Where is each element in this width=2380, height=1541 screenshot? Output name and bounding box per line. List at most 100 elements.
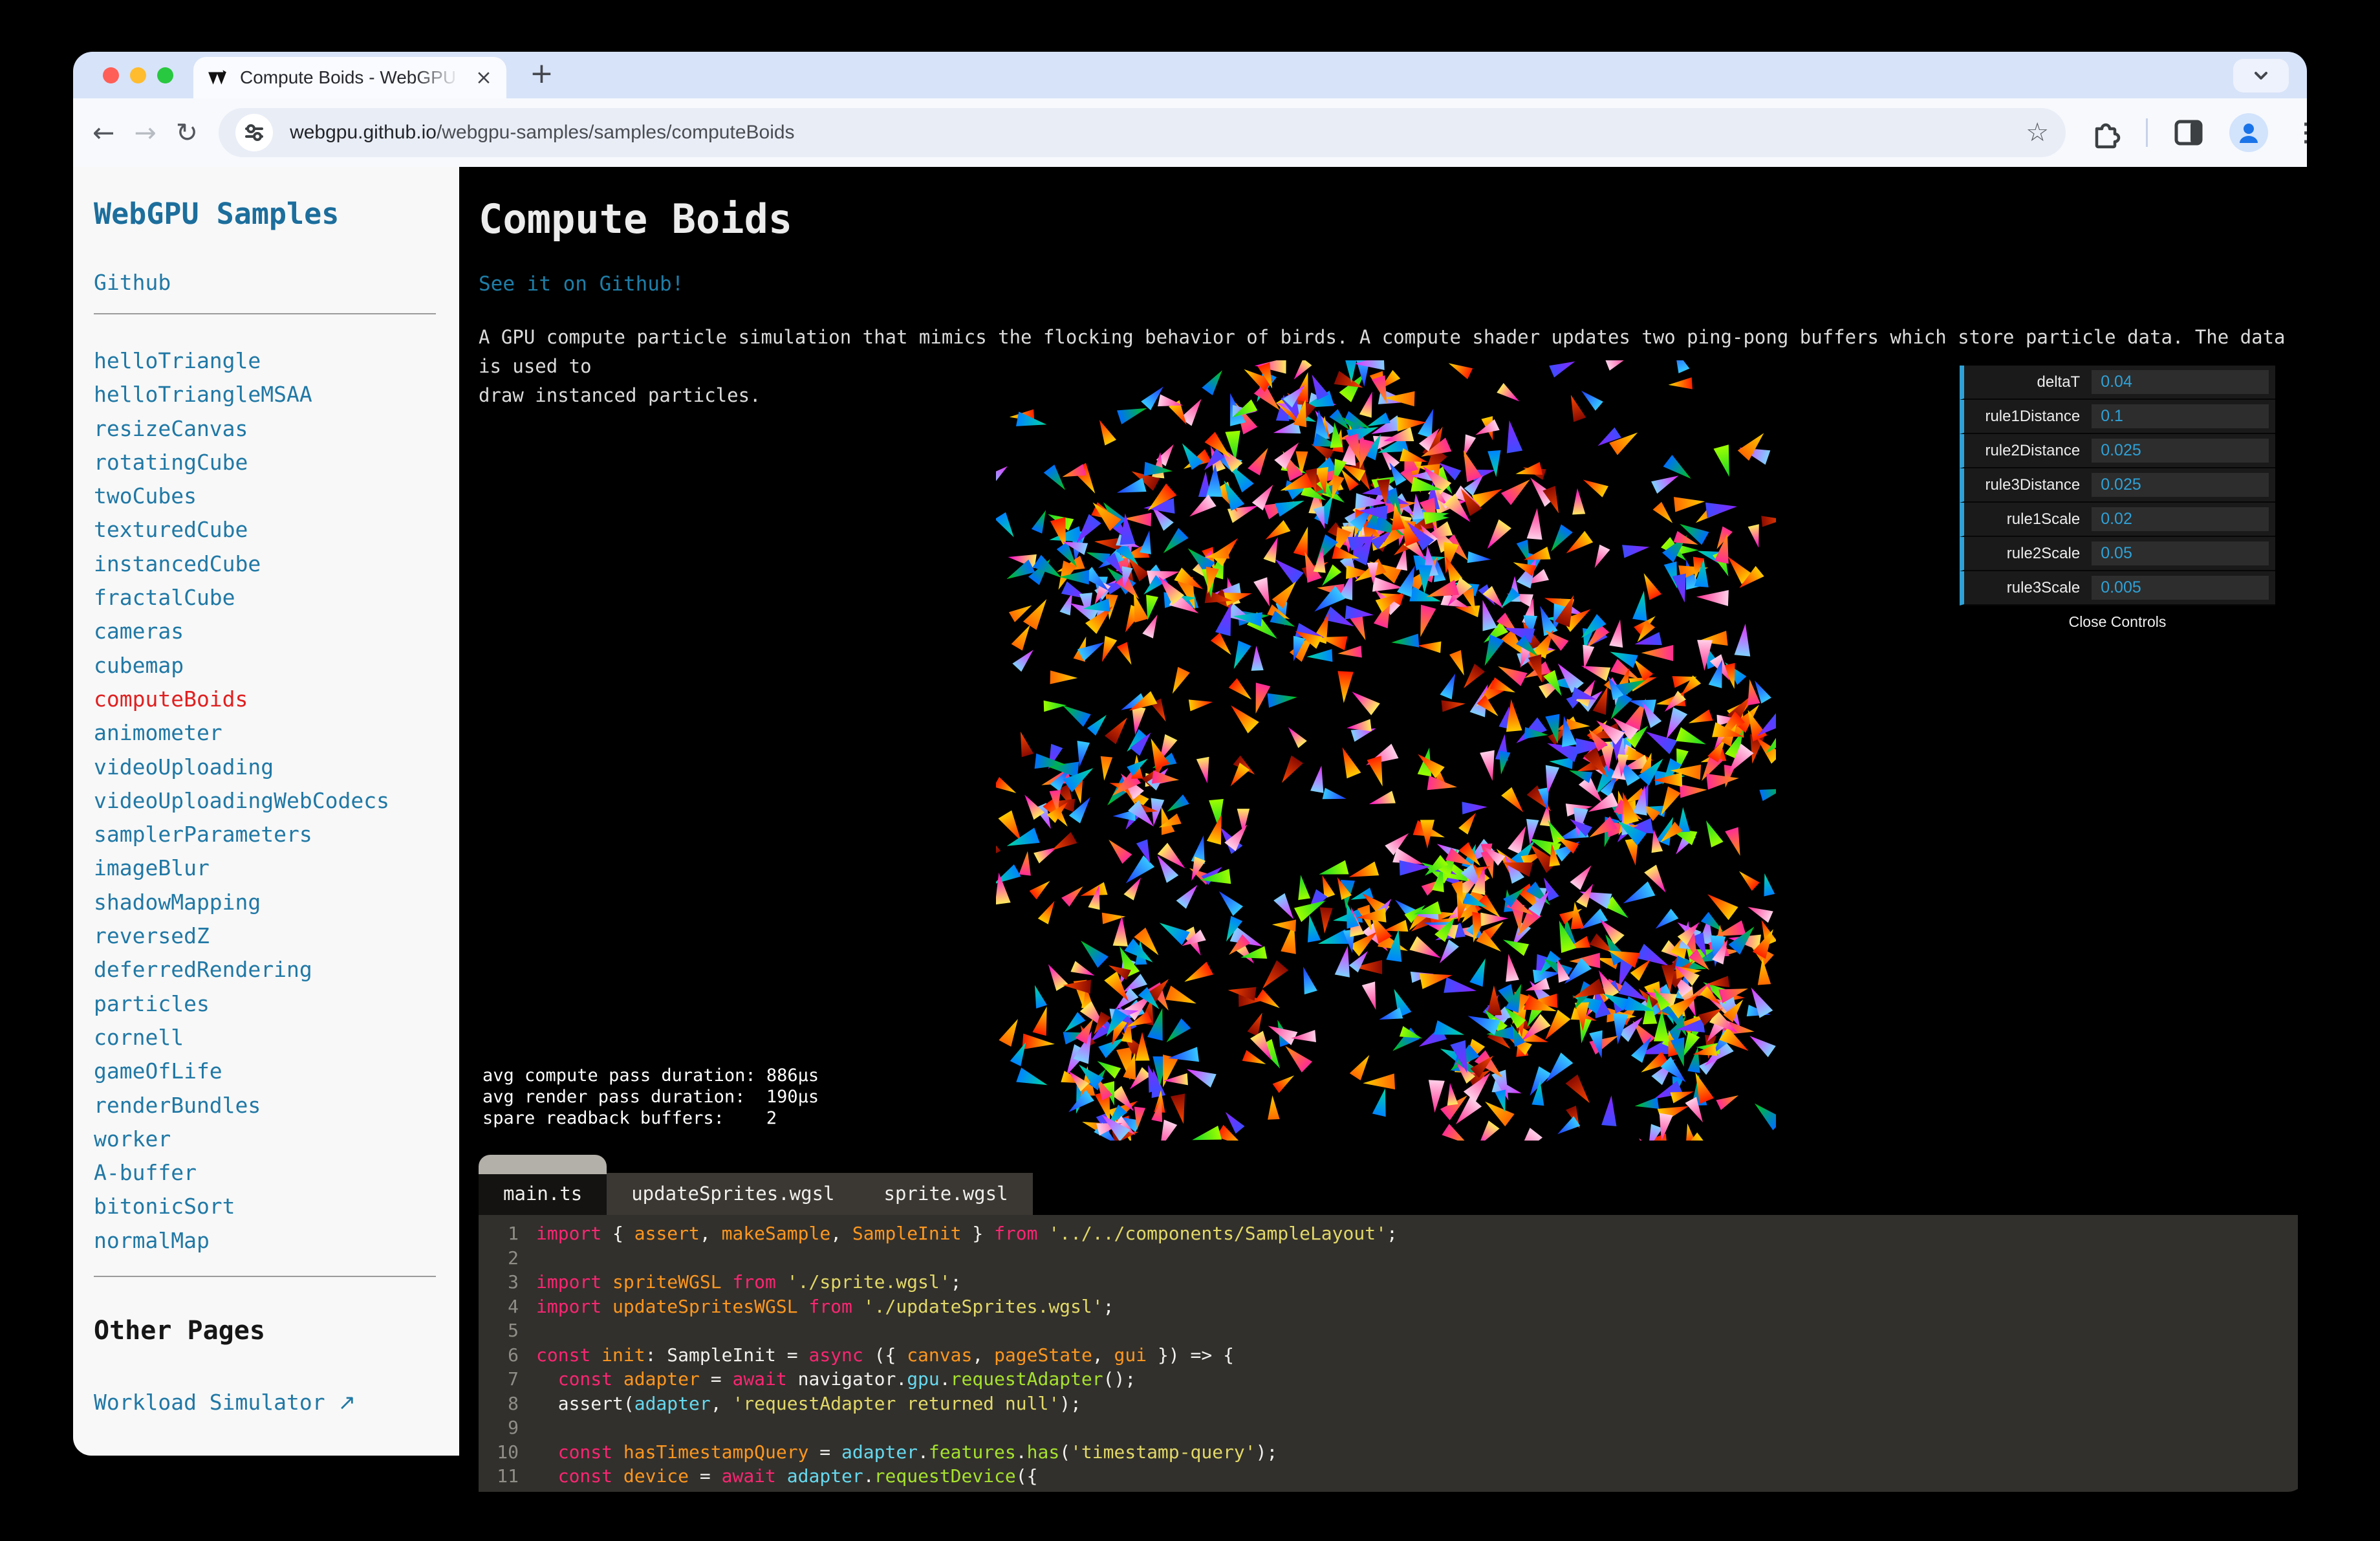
line-text: const hasTimestampQuery = adapter.featur… — [557, 1441, 1278, 1463]
sidebar-item-cameras[interactable]: cameras — [94, 615, 436, 648]
page-content: WebGPU Samples Github helloTriangle hello… — [73, 167, 2307, 1492]
line-number: 5 — [508, 1320, 519, 1341]
sidebar-item-samplerParameters[interactable]: samplerParameters — [94, 818, 436, 851]
dat-gui-rows: deltaT 0.04 rule1Distance 0.1 rule2Distance 0… — [1960, 366, 2275, 606]
line-text: const init: SampleInit = async ({ canvas… — [536, 1344, 1234, 1366]
line-text: requiredFeatures: hasTimestampQuery ? ['… — [536, 1489, 1266, 1492]
boids-particles — [955, 349, 1817, 1197]
sidebar-item-renderBundles[interactable]: renderBundles — [94, 1089, 436, 1122]
gui-value-rule1Scale[interactable]: 0.02 — [2092, 507, 2269, 531]
line-number: 6 — [508, 1344, 519, 1366]
sidebar-item-deferredRendering[interactable]: deferredRendering — [94, 953, 436, 987]
url-text[interactable]: webgpu.github.io/webgpu-samples/samples/… — [290, 122, 794, 144]
line-text: assert(adapter, 'requestAdapter returned… — [536, 1392, 1081, 1414]
zoom-window-button[interactable] — [157, 67, 173, 83]
line-number: 3 — [508, 1271, 519, 1293]
extensions-icon[interactable] — [2088, 116, 2121, 149]
code-body[interactable]: 1 import { assert, makeSample, SampleInit… — [479, 1215, 2298, 1492]
sidebar-item-texturedCube[interactable]: texturedCube — [94, 513, 436, 547]
tab-search-button[interactable] — [2233, 59, 2289, 93]
tab-title-wrap: Compute Boids - WebGPU Sam — [240, 65, 460, 91]
bookmark-star-icon[interactable]: ☆ — [2026, 118, 2049, 148]
gui-value-rule3Distance[interactable]: 0.025 — [2092, 473, 2269, 497]
code-viewer: main.ts updateSprites.wgsl sprite.wgsl 1 im… — [479, 1155, 2307, 1492]
workload-simulator-link[interactable]: Workload Simulator ↗ — [94, 1390, 356, 1415]
sidebar-item-resizeCanvas[interactable]: resizeCanvas — [94, 412, 436, 446]
sample-main-area: Compute Boids See it on Github! A GPU co… — [459, 167, 2307, 1492]
sidebar-item-fractalCube[interactable]: fractalCube — [94, 581, 436, 615]
sidebar-item-rotatingCube[interactable]: rotatingCube — [94, 446, 436, 479]
line-number: 10 — [497, 1441, 519, 1463]
line-text: const device = await adapter.requestDevi… — [557, 1465, 1038, 1487]
sidebar-item-cornell[interactable]: cornell — [94, 1021, 436, 1055]
profile-avatar[interactable] — [2229, 113, 2269, 152]
browser-toolbar: ← → ↻ webgpu.github.io/webgpu-samples/sa… — [73, 98, 2307, 167]
browser-tab[interactable]: Compute Boids - WebGPU Sam × — [193, 57, 506, 98]
line-number: 12 — [479, 1489, 519, 1492]
gui-value-rule1Distance[interactable]: 0.1 — [2092, 404, 2269, 428]
sidebar-item-gameOfLife[interactable]: gameOfLife — [94, 1055, 436, 1088]
sidebar-item-cubemap[interactable]: cubemap — [94, 649, 436, 683]
code-tab-sprite.wgsl[interactable]: sprite.wgsl — [859, 1173, 1033, 1215]
close-controls-button[interactable]: Close Controls — [1960, 613, 2275, 631]
line-number: 4 — [508, 1295, 519, 1317]
sidebar-item-helloTriangle[interactable]: helloTriangle — [94, 344, 436, 378]
gui-label-rule3Distance: rule3Distance — [1985, 476, 2081, 494]
sidebar-item-computeBoids[interactable]: computeBoids — [94, 683, 436, 716]
toolbar-right-icons: ⋮ — [2088, 113, 2307, 152]
gui-label-rule2Scale: rule2Scale — [2006, 545, 2081, 562]
browser-menu-button[interactable]: ⋮ — [2293, 118, 2307, 148]
sidebar-item-imageBlur[interactable]: imageBlur — [94, 851, 436, 885]
code-tab-updateSprites.wgsl[interactable]: updateSprites.wgsl — [607, 1173, 860, 1215]
browser-window: Compute Boids - WebGPU Sam × + ← → ↻ — [73, 52, 2307, 1492]
sidebar-item-twoCubes[interactable]: twoCubes — [94, 479, 436, 513]
code-line-1: 1 import { assert, makeSample, SampleInit… — [479, 1221, 2298, 1246]
minimize-window-button[interactable] — [130, 67, 146, 83]
code-line-9: 9 — [479, 1415, 2298, 1440]
reload-button[interactable]: ↻ — [176, 117, 198, 148]
see-it-on-github-link[interactable]: See it on Github! — [479, 272, 684, 296]
sidebar-github-link[interactable]: Github — [94, 270, 171, 295]
gui-label-rule1Scale: rule1Scale — [2006, 510, 2081, 528]
side-panel-icon[interactable] — [2172, 116, 2205, 149]
code-tab-main.ts[interactable]: main.ts — [479, 1155, 607, 1215]
forward-button[interactable]: → — [134, 117, 156, 148]
sidebar-item-videoUploadingWebCodecs[interactable]: videoUploadingWebCodecs — [94, 784, 436, 818]
browser-tab-strip: Compute Boids - WebGPU Sam × + — [73, 52, 2307, 98]
line-number: 7 — [508, 1368, 519, 1390]
back-button[interactable]: ← — [92, 117, 114, 148]
sidebar-item-animometer[interactable]: animometer — [94, 716, 436, 750]
screen-background: Compute Boids - WebGPU Sam × + ← → ↻ — [0, 0, 2380, 1541]
line-number: 2 — [508, 1247, 519, 1269]
sidebar-item-bitonicSort[interactable]: bitonicSort — [94, 1190, 436, 1223]
code-line-8: 8 assert(adapter, 'requestAdapter return… — [479, 1392, 2298, 1416]
sidebar-item-particles[interactable]: particles — [94, 987, 436, 1021]
sidebar-item-worker[interactable]: worker — [94, 1122, 436, 1156]
new-tab-button[interactable]: + — [530, 57, 554, 90]
gui-row-rule2Scale: rule2Scale 0.05 — [1960, 537, 2275, 571]
line-text: const adapter = await navigator.gpu.requ… — [557, 1368, 1136, 1390]
tab-close-icon[interactable]: × — [475, 66, 492, 89]
other-pages-heading: Other Pages — [94, 1316, 265, 1346]
sidebar-item-videoUploading[interactable]: videoUploading — [94, 750, 436, 784]
samples-sidebar: WebGPU Samples Github helloTriangle hello… — [73, 167, 459, 1456]
site-info-button[interactable] — [235, 114, 274, 151]
sidebar-item-reversedZ[interactable]: reversedZ — [94, 919, 436, 953]
sidebar-item-A-buffer[interactable]: A-buffer — [94, 1156, 436, 1190]
address-bar[interactable]: webgpu.github.io/webgpu-samples/samples/… — [219, 108, 2066, 157]
close-window-button[interactable] — [103, 67, 119, 83]
sidebar-item-instancedCube[interactable]: instancedCube — [94, 547, 436, 581]
sidebar-item-shadowMapping[interactable]: shadowMapping — [94, 886, 436, 919]
gui-row-rule2Distance: rule2Distance 0.025 — [1960, 434, 2275, 468]
code-line-4: 4 import updateSpritesWGSL from './update… — [479, 1295, 2298, 1319]
gui-value-rule2Distance[interactable]: 0.025 — [2092, 439, 2269, 463]
sidebar-item-normalMap[interactable]: normalMap — [94, 1224, 436, 1258]
gui-label-rule3Scale: rule3Scale — [2006, 579, 2081, 596]
gui-value-rule2Scale[interactable]: 0.05 — [2092, 541, 2269, 565]
line-number: 8 — [508, 1392, 519, 1414]
line-number: 9 — [508, 1417, 519, 1438]
gui-value-deltaT[interactable]: 0.04 — [2092, 370, 2269, 394]
sidebar-item-helloTriangleMSAA[interactable]: helloTriangleMSAA — [94, 378, 436, 411]
gui-label-rule2Distance: rule2Distance — [1985, 442, 2081, 459]
gui-value-rule3Scale[interactable]: 0.005 — [2092, 576, 2269, 600]
